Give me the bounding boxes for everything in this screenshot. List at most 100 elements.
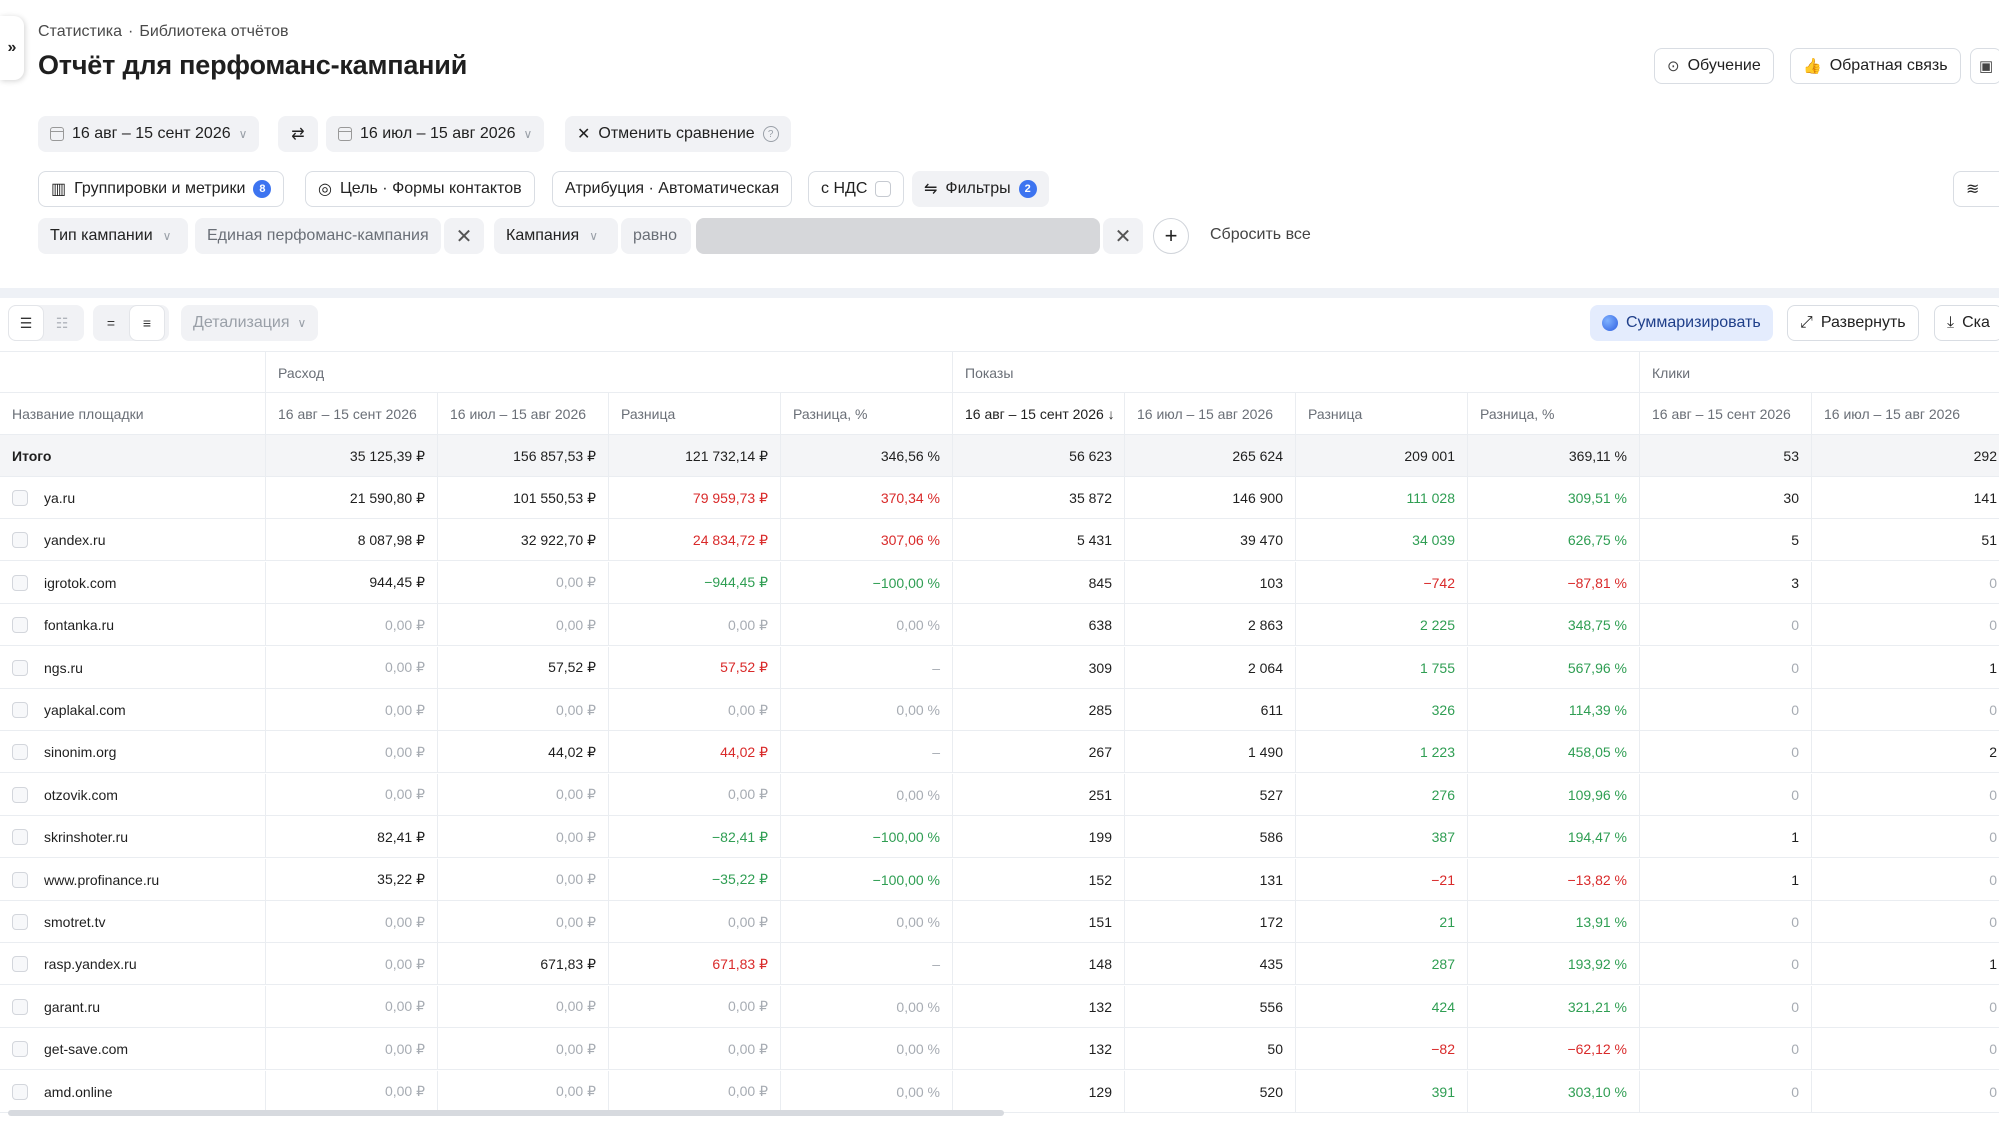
learning-button[interactable]: ⊙ Обучение	[1654, 48, 1774, 84]
chart-toggle-button[interactable]: ≋	[1953, 171, 1999, 207]
current-period-select[interactable]: 16 авг – 15 сент 2026 ∨	[38, 116, 260, 152]
table-row[interactable]: www.profinance.ru 35,22 ₽0,00 ₽ −35,22 ₽ −1…	[0, 858, 1999, 901]
table-row[interactable]: ngs.ru 0,00 ₽57,52 ₽57,52 ₽ –309 2 064 1 755…	[0, 646, 1999, 689]
download-button[interactable]: ⤓ Ска	[1934, 305, 1999, 341]
table-row[interactable]: igrotok.com 944,45 ₽0,00 ₽ −944,45 ₽ −100,0…	[0, 561, 1999, 604]
row-checkbox[interactable]	[12, 744, 28, 761]
site-name: igrotok.com	[44, 574, 117, 591]
detail-select[interactable]: Детализация ∨	[181, 305, 319, 341]
breadcrumb-statistics[interactable]: Статистика	[38, 23, 122, 41]
filter-campaign-value[interactable]	[696, 218, 1100, 254]
table-row[interactable]: yandex.ru 8 087,98 ₽32 922,70 ₽24 834,72 …	[0, 519, 1999, 562]
expand-button[interactable]: ⤢ Развернуть	[1787, 305, 1919, 341]
header-spend-prev[interactable]: 16 июл – 15 авг 2026	[438, 393, 609, 435]
table-row[interactable]: rasp.yandex.ru 0,00 ₽671,83 ₽671,83 ₽ –148…	[0, 943, 1999, 986]
header-clicks-prev[interactable]: 16 июл – 15 авг 2026	[1812, 393, 1999, 435]
cell-impr-diff-pct: 321,21 %	[1468, 985, 1640, 1028]
table-row[interactable]: amd.online 0,00 ₽0,00 ₽0,00 ₽0,00 % 129 520…	[0, 1070, 1999, 1113]
cell-clicks-current: 0	[1640, 689, 1812, 731]
cell-spend-current: 35 125,39 ₽	[266, 435, 438, 477]
cell-spend-prev: 0,00 ₽	[438, 985, 609, 1028]
filter-campaign-type-value[interactable]: Единая перфоманс-кампания	[195, 218, 441, 254]
header-impr-current[interactable]: 16 авг – 15 сент 2026 ↓	[953, 393, 1125, 435]
remove-filter-campaign[interactable]: ✕	[1103, 218, 1143, 254]
filter-campaign-type[interactable]: Тип кампании ∨	[38, 218, 188, 254]
help-icon[interactable]: ?	[762, 126, 779, 142]
vat-checkbox[interactable]	[875, 181, 892, 197]
cell-impr-diff: 424	[1296, 985, 1468, 1028]
expand-sidebar-icon[interactable]: »	[0, 16, 24, 80]
cell-impr-current: 129	[953, 1070, 1125, 1113]
cell-spend-diff-pct: 0,00 %	[781, 689, 953, 731]
summarize-button[interactable]: Суммаризировать	[1590, 305, 1773, 341]
cell-impr-diff: 276	[1296, 773, 1468, 816]
table-row[interactable]: get-save.com 0,00 ₽0,00 ₽0,00 ₽0,00 % 132 5…	[0, 1028, 1999, 1071]
table-row[interactable]: skrinshoter.ru 82,41 ₽0,00 ₽ −82,41 ₽ −100,…	[0, 816, 1999, 859]
swap-periods-button[interactable]: ⇄	[278, 116, 318, 152]
row-checkbox[interactable]	[12, 659, 28, 676]
cancel-compare-button[interactable]: ✕ Отменить сравнение ?	[565, 116, 791, 152]
filter-campaign-operator[interactable]: равно	[621, 218, 691, 254]
row-checkbox[interactable]	[12, 532, 28, 549]
vat-toggle[interactable]: с НДС	[808, 171, 905, 207]
row-checkbox[interactable]	[12, 617, 28, 634]
cell-spend-prev: 0,00 ₽	[438, 1028, 609, 1071]
cell-site: ngs.ru	[0, 646, 266, 689]
attribution-label: Атрибуция · Автоматическая	[565, 180, 780, 197]
total-row[interactable]: Итого 35 125,39 ₽156 857,53 ₽121 732,14 ₽…	[0, 435, 1999, 477]
table-row[interactable]: ya.ru 21 590,80 ₽101 550,53 ₽79 959,73 ₽3…	[0, 477, 1999, 519]
row-checkbox[interactable]	[12, 914, 28, 930]
header-clicks-current[interactable]: 16 авг – 15 сент 2026	[1640, 393, 1812, 435]
cell-impr-prev: 50	[1125, 1028, 1296, 1071]
row-checkbox[interactable]	[12, 574, 28, 591]
cell-impr-prev: 146 900	[1125, 477, 1296, 519]
table-row[interactable]: fontanka.ru 0,00 ₽0,00 ₽0,00 ₽0,00 % 638 2 …	[0, 604, 1999, 647]
header-impr-diff-pct[interactable]: Разница, %	[1468, 393, 1640, 435]
header-spend-current[interactable]: 16 авг – 15 сент 2026	[266, 393, 438, 435]
row-checkbox[interactable]	[12, 871, 28, 888]
tree-view-icon[interactable]: ☷	[44, 305, 80, 341]
site-name: smotret.tv	[44, 914, 106, 930]
breadcrumb: Статистика · Библиотека отчётов	[38, 23, 288, 41]
reset-filters-link[interactable]: Сбросить все	[1210, 226, 1311, 244]
target-icon: ◎	[318, 181, 332, 198]
save-report-button[interactable]: ▣	[1970, 48, 1999, 84]
row-checkbox[interactable]	[12, 786, 28, 803]
row-checkbox[interactable]	[12, 702, 28, 718]
row-checkbox[interactable]	[12, 490, 28, 506]
groupings-metrics-button[interactable]: ▥ Группировки и метрики 8	[38, 171, 285, 207]
remove-filter-campaign-type[interactable]: ✕	[444, 218, 484, 254]
list-view-icon[interactable]: ☰	[8, 305, 44, 341]
add-filter-button[interactable]: +	[1153, 218, 1189, 254]
row-checkbox[interactable]	[12, 1083, 28, 1100]
header-site[interactable]: Название площадки	[0, 393, 266, 435]
normal-density-icon[interactable]: ≡	[129, 305, 165, 341]
compare-period-select[interactable]: 16 июл – 15 авг 2026 ∨	[326, 116, 545, 152]
filter-campaign-label: Кампания	[506, 227, 580, 244]
row-checkbox[interactable]	[12, 956, 28, 973]
horizontal-scrollbar[interactable]	[8, 1110, 1004, 1116]
cell-spend-prev: 671,83 ₽	[438, 943, 609, 986]
goal-select[interactable]: ◎ Цель · Формы контактов	[305, 171, 535, 207]
header-spend-diff[interactable]: Разница	[609, 393, 781, 435]
table-row[interactable]: garant.ru 0,00 ₽0,00 ₽0,00 ₽0,00 % 132 556 4…	[0, 985, 1999, 1028]
attribution-select[interactable]: Атрибуция · Автоматическая	[552, 171, 793, 207]
breadcrumb-library[interactable]: Библиотека отчётов	[139, 23, 288, 41]
row-checkbox[interactable]	[12, 1041, 28, 1058]
row-checkbox[interactable]	[12, 998, 28, 1015]
table-row[interactable]: sinonim.org 0,00 ₽44,02 ₽44,02 ₽ –267 1 490…	[0, 731, 1999, 774]
header-spend-diff-pct[interactable]: Разница, %	[781, 393, 953, 435]
compare-period-label: 16 июл – 15 авг 2026	[360, 125, 516, 142]
compact-density-icon[interactable]: =	[93, 305, 129, 341]
cell-impr-diff: −82	[1296, 1028, 1468, 1071]
header-impr-prev[interactable]: 16 июл – 15 авг 2026	[1125, 393, 1296, 435]
feedback-button[interactable]: 👍 Обратная связь	[1790, 48, 1961, 84]
table-row[interactable]: otzovik.com 0,00 ₽0,00 ₽0,00 ₽0,00 % 251 52…	[0, 773, 1999, 816]
table-row[interactable]: smotret.tv 0,00 ₽0,00 ₽0,00 ₽0,00 % 151 172…	[0, 901, 1999, 943]
row-checkbox[interactable]	[12, 829, 28, 846]
filters-button[interactable]: ⇋ Фильтры 2	[912, 171, 1049, 207]
filter-campaign[interactable]: Кампания ∨	[494, 218, 618, 254]
header-impr-diff[interactable]: Разница	[1296, 393, 1468, 435]
cell-site: yandex.ru	[0, 519, 266, 562]
table-row[interactable]: yaplakal.com 0,00 ₽0,00 ₽0,00 ₽0,00 % 285 6…	[0, 689, 1999, 731]
